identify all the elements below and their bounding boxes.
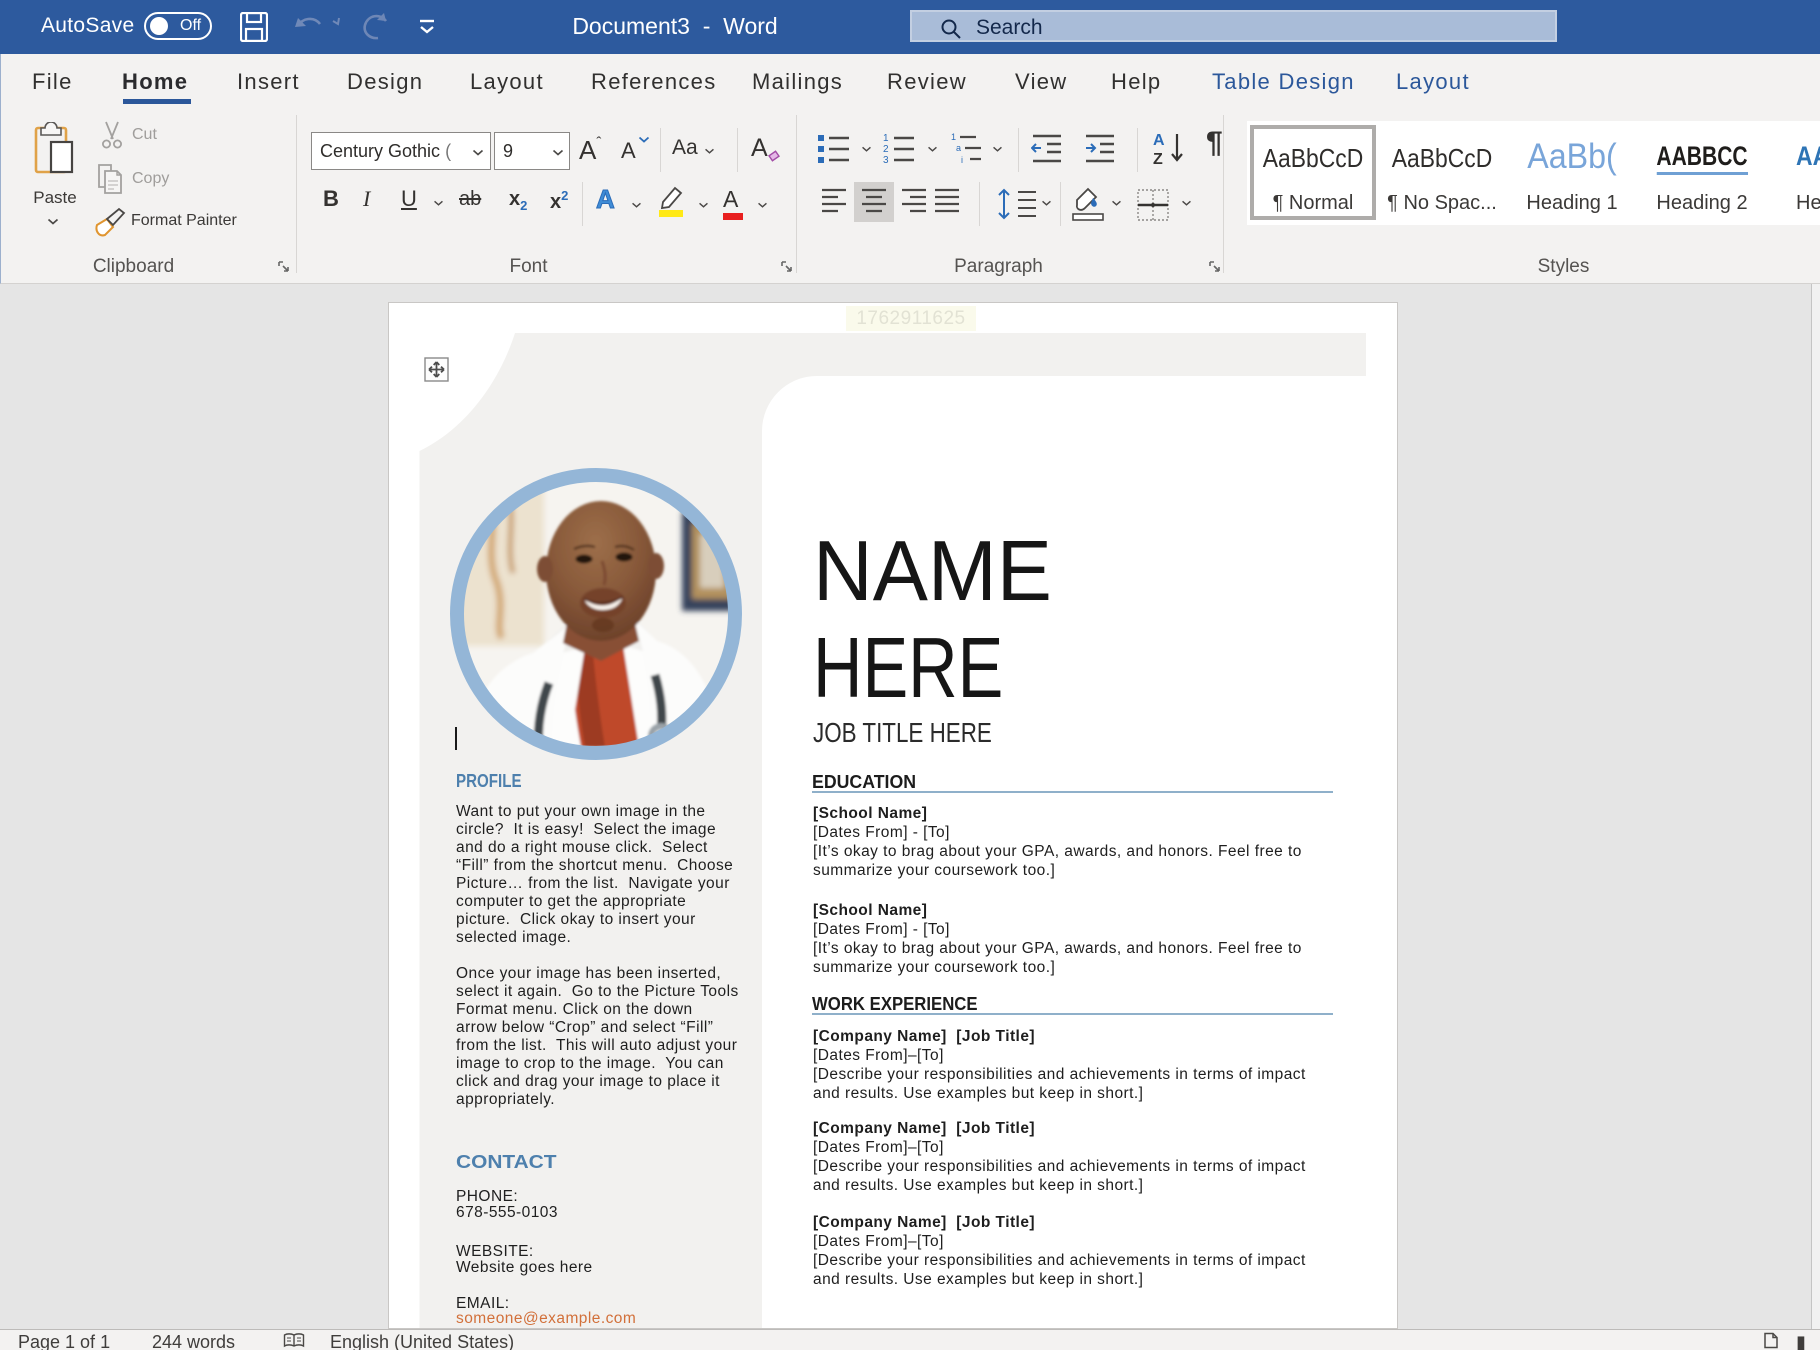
svg-text:A: A bbox=[1153, 132, 1165, 149]
svg-text:Z: Z bbox=[1153, 151, 1163, 168]
svg-text:2: 2 bbox=[883, 144, 889, 155]
svg-text:1: 1 bbox=[951, 132, 956, 142]
svg-text:i: i bbox=[961, 155, 963, 165]
svg-text:1: 1 bbox=[883, 133, 889, 144]
svg-text:3: 3 bbox=[883, 155, 889, 166]
svg-text:a: a bbox=[956, 143, 961, 153]
